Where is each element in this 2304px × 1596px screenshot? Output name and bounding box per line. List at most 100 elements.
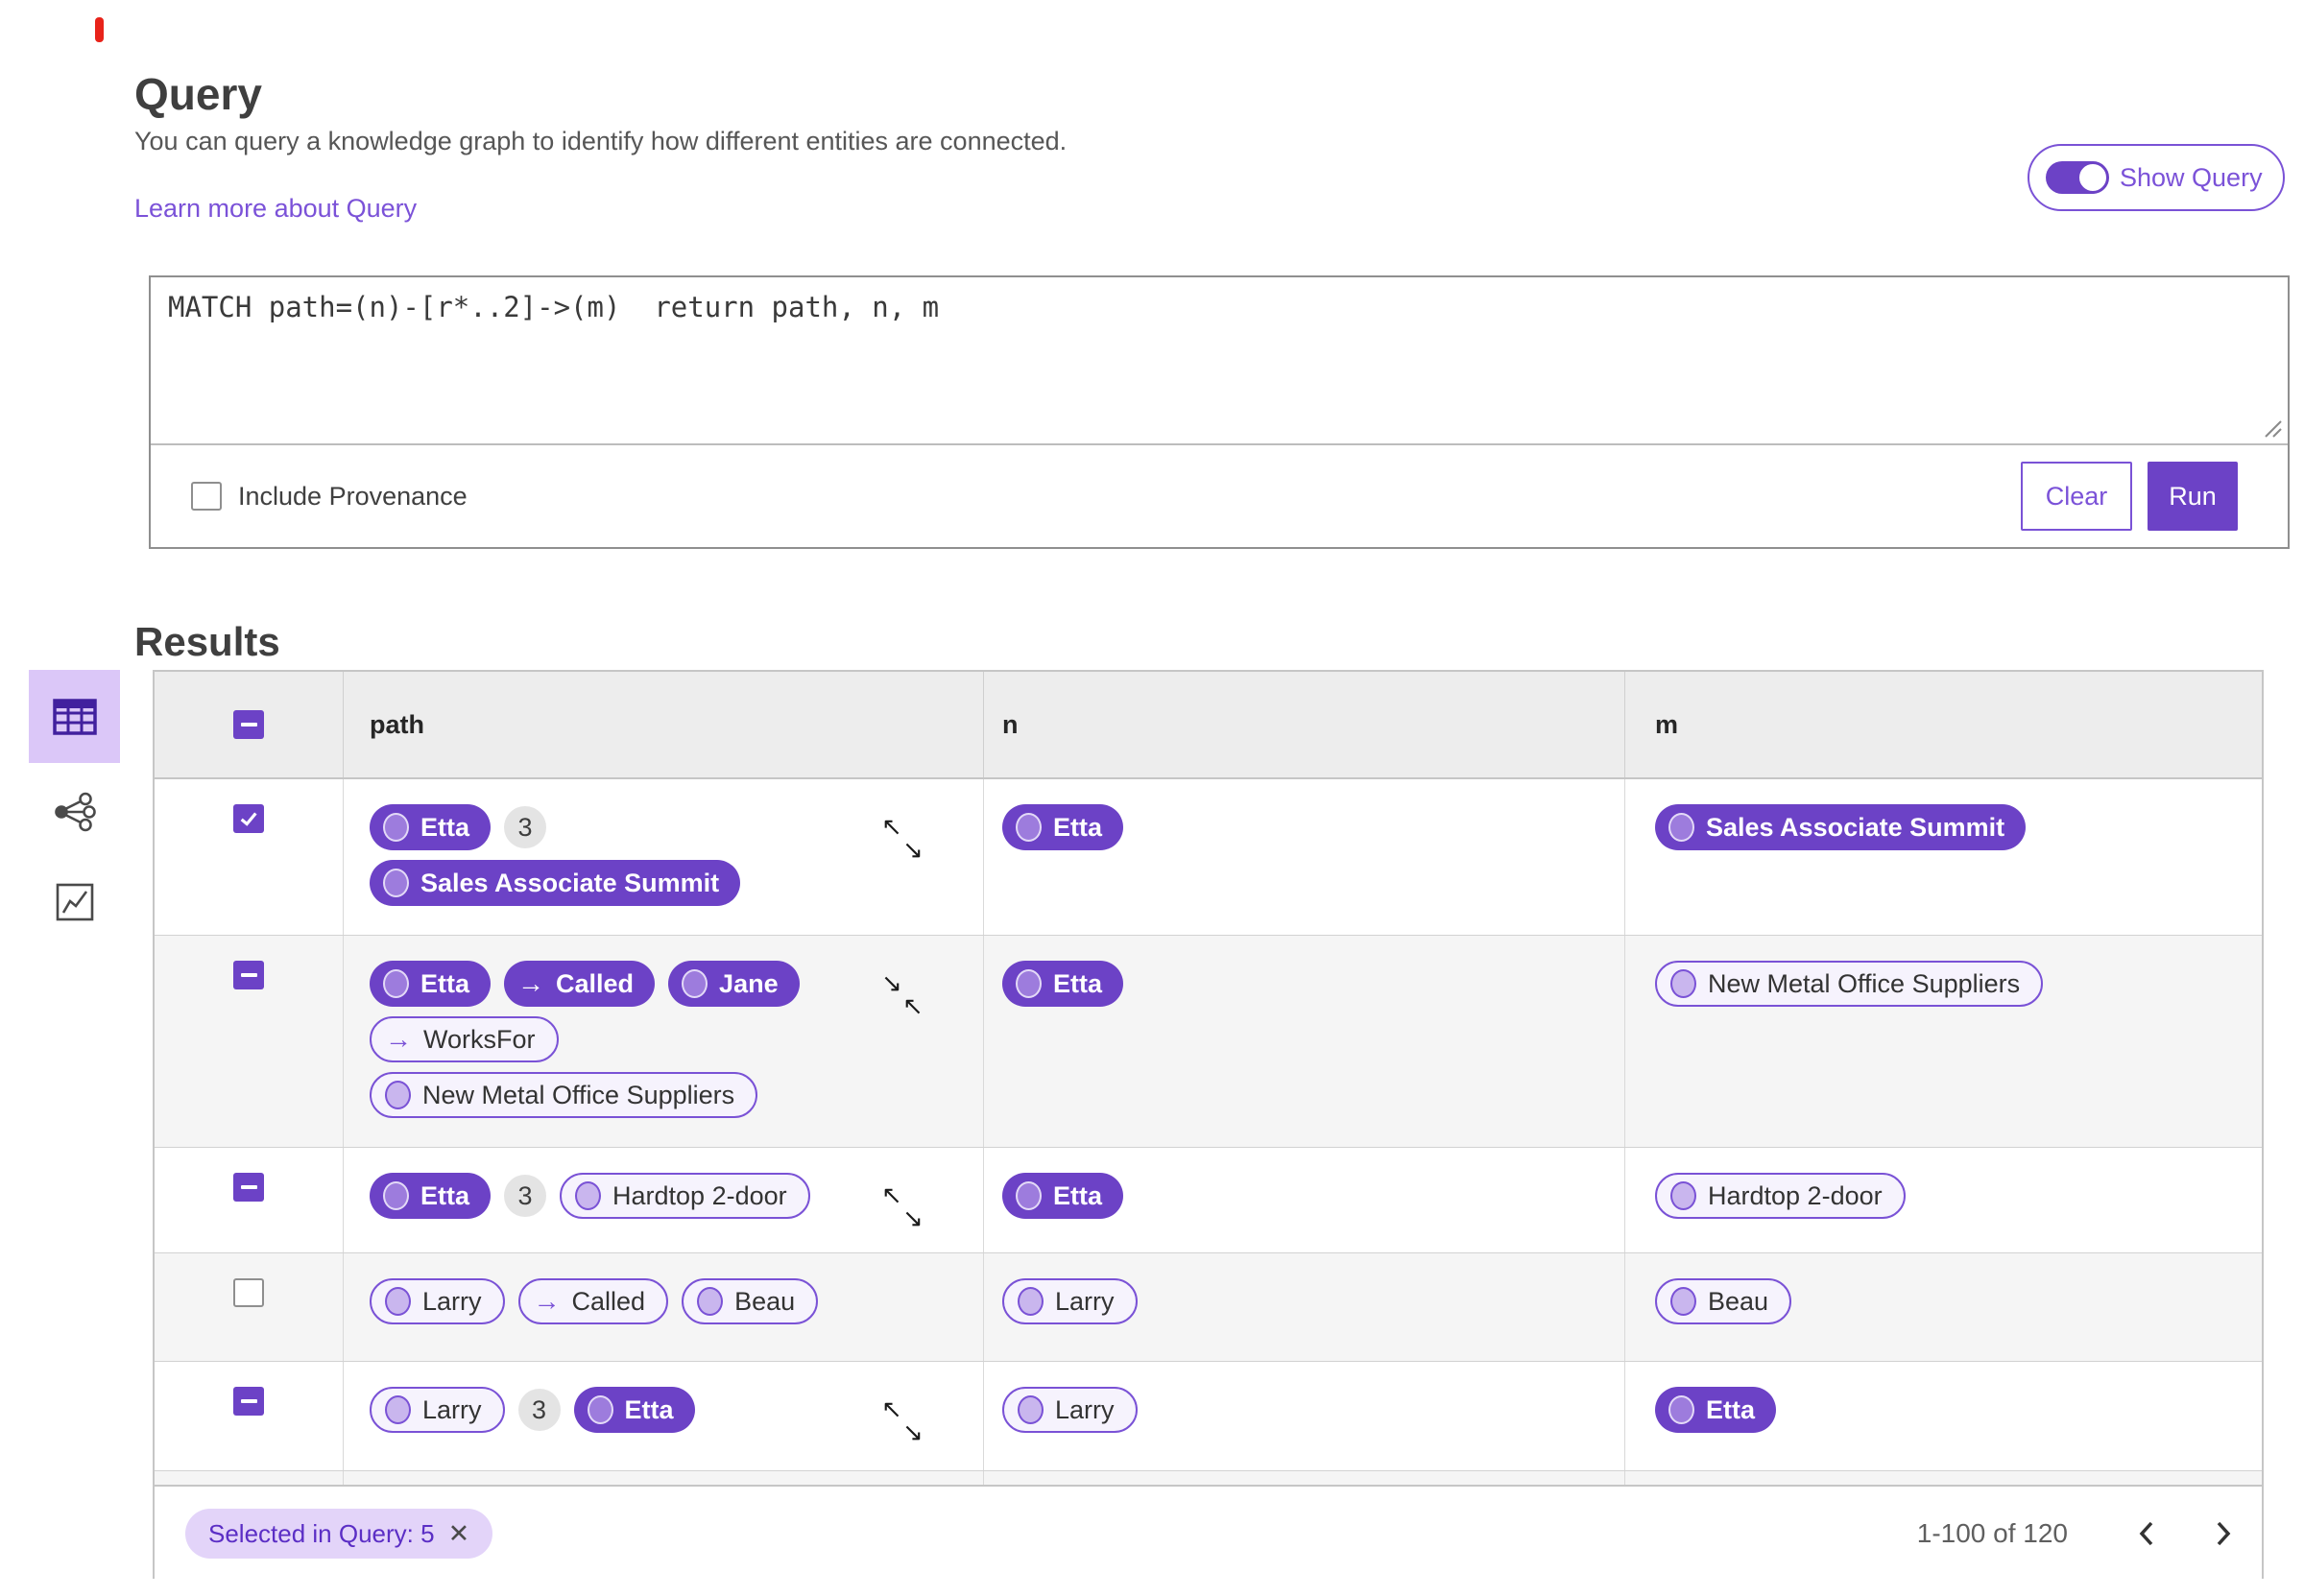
pill-label: Larry xyxy=(422,1394,482,1424)
row-checkbox[interactable] xyxy=(233,961,264,989)
node-pill[interactable]: Etta xyxy=(370,804,492,850)
node-icon xyxy=(587,1395,613,1424)
row-checkbox-cell xyxy=(155,1148,343,1252)
path-line: → WorksFor xyxy=(370,1016,868,1062)
n-cell: Larry xyxy=(983,1362,1624,1470)
pill-label: New Metal Office Suppliers xyxy=(422,1080,735,1109)
show-query-toggle[interactable]: Show Query xyxy=(2028,144,2285,211)
row-checkbox[interactable] xyxy=(233,1173,264,1202)
node-pill[interactable]: Larry xyxy=(370,1387,505,1433)
node-pill[interactable]: Etta xyxy=(1002,1173,1124,1219)
next-page-button[interactable] xyxy=(2200,1505,2246,1562)
select-all-checkbox[interactable] xyxy=(233,710,264,739)
pill-label: WorksFor xyxy=(423,1024,536,1054)
node-pill[interactable]: Etta xyxy=(370,1173,492,1219)
expand-row-icon[interactable]: ↖ ↘ xyxy=(881,1182,929,1232)
row-checkbox-cell xyxy=(155,936,343,1147)
hop-count-badge: 3 xyxy=(517,1389,561,1431)
row-checkbox[interactable] xyxy=(233,1387,264,1416)
edge-arrow-icon: → xyxy=(533,1286,561,1316)
table-row xyxy=(155,1471,2262,1485)
edge-pill[interactable]: → Called xyxy=(504,961,656,1007)
results-table: path n m Etta 3 Sales Associate Summit ↖ ↘ Et… xyxy=(153,670,2264,1581)
node-pill[interactable]: Beau xyxy=(1655,1278,1792,1324)
expand-row-icon[interactable]: ↖ ↘ xyxy=(881,814,929,864)
pill-label: Larry xyxy=(1055,1286,1115,1316)
node-pill[interactable]: Larry xyxy=(1002,1387,1138,1433)
selected-in-query-chip[interactable]: Selected in Query: 5 ✕ xyxy=(185,1509,493,1559)
node-icon xyxy=(1016,813,1042,842)
table-view-button[interactable] xyxy=(29,670,120,763)
node-pill[interactable]: Sales Associate Summit xyxy=(370,860,741,906)
node-pill[interactable]: New Metal Office Suppliers xyxy=(1655,961,2044,1007)
m-cell: Hardtop 2-door xyxy=(1624,1148,2262,1252)
edge-pill[interactable]: → Called xyxy=(517,1278,669,1324)
chart-view-icon xyxy=(56,883,93,921)
query-input[interactable]: MATCH path=(n)-[r*..2]->(m) return path,… xyxy=(151,277,2288,443)
run-button[interactable]: Run xyxy=(2148,462,2238,531)
node-icon xyxy=(1016,969,1042,998)
node-icon xyxy=(383,1181,409,1210)
node-icon xyxy=(1018,1287,1044,1316)
n-cell: Etta xyxy=(983,779,1624,935)
clear-button[interactable]: Clear xyxy=(2021,462,2132,531)
toggle-switch-icon[interactable] xyxy=(2046,161,2109,194)
node-pill[interactable]: Etta xyxy=(1655,1387,1777,1433)
page-title: Query xyxy=(134,68,262,119)
path-cell: Etta 3 Sales Associate Summit ↖ ↘ xyxy=(343,779,983,935)
node-pill[interactable]: Hardtop 2-door xyxy=(1655,1173,1906,1219)
chip-close-icon[interactable]: ✕ xyxy=(448,1520,470,1547)
node-pill[interactable]: Etta xyxy=(1002,804,1124,850)
node-pill[interactable]: Larry xyxy=(370,1278,505,1324)
collapse-row-icon[interactable]: ↘ ↖ xyxy=(881,970,929,1020)
learn-more-link[interactable]: Learn more about Query xyxy=(134,194,417,224)
path-line: Larry → Called Beau xyxy=(370,1278,868,1324)
pill-label: Larry xyxy=(1055,1394,1115,1424)
pill-label: Larry xyxy=(422,1286,482,1316)
node-pill[interactable]: Etta xyxy=(370,961,492,1007)
chart-view-button[interactable] xyxy=(29,861,120,943)
results-title: Results xyxy=(134,618,280,664)
row-checkbox[interactable] xyxy=(233,1278,264,1307)
node-icon xyxy=(383,969,409,998)
pill-label: Sales Associate Summit xyxy=(420,868,720,897)
node-pill[interactable]: Jane xyxy=(668,961,800,1007)
node-pill[interactable]: Beau xyxy=(682,1278,819,1324)
include-provenance-label: Include Provenance xyxy=(238,481,468,511)
path-line: Sales Associate Summit xyxy=(370,860,868,906)
m-cell: New Metal Office Suppliers xyxy=(1624,936,2262,1147)
row-checkbox[interactable] xyxy=(233,804,264,833)
pill-label: Etta xyxy=(1053,1180,1103,1210)
chevron-left-icon xyxy=(2139,1521,2153,1546)
node-pill[interactable]: Sales Associate Summit xyxy=(1655,804,2027,850)
pagination: 1-100 of 120 xyxy=(1917,1505,2246,1562)
node-icon xyxy=(383,869,409,897)
table-footer: Selected in Query: 5 ✕ 1-100 of 120 xyxy=(155,1485,2262,1581)
column-header-m: m xyxy=(1655,709,1679,739)
previous-page-button[interactable] xyxy=(2124,1505,2170,1562)
node-icon xyxy=(383,813,409,842)
table-view-icon xyxy=(52,698,97,735)
expand-row-icon[interactable]: ↖ ↘ xyxy=(881,1396,929,1446)
node-pill[interactable]: Etta xyxy=(1002,961,1124,1007)
node-pill[interactable]: Larry xyxy=(1002,1278,1138,1324)
edge-pill[interactable]: → WorksFor xyxy=(370,1016,559,1062)
node-pill[interactable]: Etta xyxy=(573,1387,695,1433)
include-provenance-checkbox[interactable] xyxy=(191,482,222,511)
node-pill[interactable]: New Metal Office Suppliers xyxy=(370,1072,758,1118)
row-checkbox-cell xyxy=(155,779,343,935)
path-line: Etta 3 xyxy=(370,804,868,850)
node-pill[interactable]: Hardtop 2-door xyxy=(560,1173,810,1219)
column-header-n: n xyxy=(1002,709,1019,739)
page-description: You can query a knowledge graph to ident… xyxy=(134,127,1068,155)
node-icon xyxy=(682,969,708,998)
graph-view-button[interactable] xyxy=(29,771,120,853)
include-provenance-option[interactable]: Include Provenance xyxy=(191,482,468,512)
graph-view-icon xyxy=(54,792,96,832)
pill-label: Called xyxy=(556,968,635,998)
table-row: Etta 3 Sales Associate Summit ↖ ↘ Etta Sales A… xyxy=(155,779,2262,936)
path-line: Etta 3 Hardtop 2-door xyxy=(370,1173,868,1219)
node-icon xyxy=(1668,1395,1694,1424)
path-line: New Metal Office Suppliers xyxy=(370,1072,868,1118)
page-range-label: 1-100 of 120 xyxy=(1916,1518,2068,1548)
